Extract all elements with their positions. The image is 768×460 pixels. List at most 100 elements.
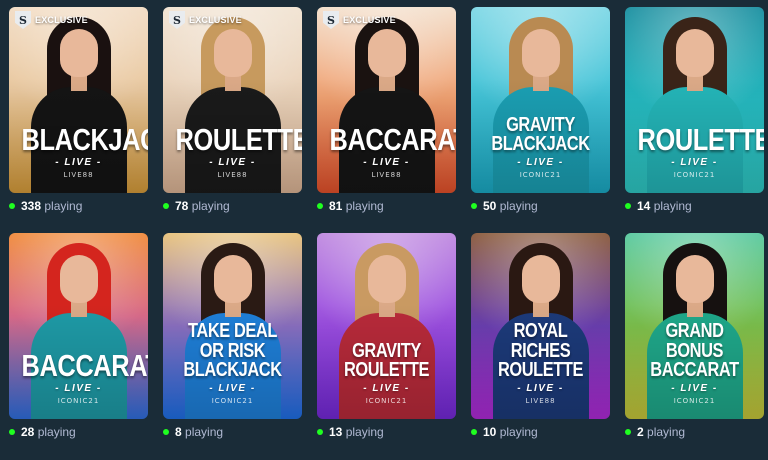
provider-label: ICONIC21 <box>211 397 254 405</box>
player-count: 28 playing <box>21 425 76 439</box>
player-count: 81 playing <box>329 199 384 213</box>
player-count-row: 8 playing <box>163 419 302 445</box>
online-dot-icon <box>163 203 169 209</box>
online-dot-icon <box>471 429 477 435</box>
game-title-second-line: BACCARAT <box>650 359 739 382</box>
game-tile[interactable]: BACCARAT - LIVE - ICONIC21 28 playing <box>9 233 148 445</box>
player-count-number: 50 <box>483 199 497 213</box>
exclusive-label: EXCLUSIVE <box>189 15 242 25</box>
game-card[interactable]: BACCARAT - LIVE - ICONIC21 <box>9 233 148 419</box>
game-tile[interactable]: S EXCLUSIVE BACCARAT - LIVE - LIVE88 81 … <box>317 7 456 219</box>
game-title-second-line: BLACKJACK <box>183 359 282 382</box>
player-count-row: 14 playing <box>625 193 764 219</box>
game-title-second-line: BLACKJACK <box>491 133 590 156</box>
live-label: - LIVE - <box>517 157 564 168</box>
shield-icon: S <box>15 11 31 29</box>
game-title: GRAND BONUS <box>665 320 724 362</box>
live-label: - LIVE - <box>363 157 410 168</box>
player-count: 14 playing <box>637 199 692 213</box>
game-tile[interactable]: S EXCLUSIVE BLACKJACK - LIVE - LIVE88 33… <box>9 7 148 219</box>
game-title-block: BACCARAT - LIVE - ICONIC21 <box>9 349 148 405</box>
live-label: - LIVE - <box>209 157 256 168</box>
player-count-label: playing <box>647 425 686 439</box>
online-dot-icon <box>625 203 631 209</box>
player-count-row: 28 playing <box>9 419 148 445</box>
online-dot-icon <box>9 203 15 209</box>
game-grid: S EXCLUSIVE BLACKJACK - LIVE - LIVE88 33… <box>9 7 764 445</box>
player-count-row: 13 playing <box>317 419 456 445</box>
game-card[interactable]: ROYAL RICHES ROULETTE - LIVE - LIVE88 <box>471 233 610 419</box>
online-dot-icon <box>625 429 631 435</box>
player-count-row: 338 playing <box>9 193 148 219</box>
live-label: - LIVE - <box>517 383 564 394</box>
player-count-number: 8 <box>175 425 182 439</box>
live-label: - LIVE - <box>363 383 410 394</box>
provider-label: LIVE88 <box>63 171 94 179</box>
player-count-label: playing <box>185 425 224 439</box>
game-card[interactable]: S EXCLUSIVE BACCARAT - LIVE - LIVE88 <box>317 7 456 193</box>
player-count: 78 playing <box>175 199 230 213</box>
game-tile[interactable]: TAKE DEAL OR RISK BLACKJACK - LIVE - ICO… <box>163 233 302 445</box>
game-title-block: GRAVITY BLACKJACK - LIVE - ICONIC21 <box>471 115 610 179</box>
game-card[interactable]: S EXCLUSIVE BLACKJACK - LIVE - LIVE88 <box>9 7 148 193</box>
player-count-row: 78 playing <box>163 193 302 219</box>
player-count: 50 playing <box>483 199 538 213</box>
game-tile[interactable]: ROULETTE - LIVE - ICONIC21 14 playing <box>625 7 764 219</box>
player-count: 8 playing <box>175 425 223 439</box>
provider-label: ICONIC21 <box>673 171 716 179</box>
player-count-label: playing <box>191 199 230 213</box>
game-tile[interactable]: S EXCLUSIVE ROULETTE - LIVE - LIVE88 78 … <box>163 7 302 219</box>
game-tile[interactable]: GRAVITY BLACKJACK - LIVE - ICONIC21 50 p… <box>471 7 610 219</box>
online-dot-icon <box>317 429 323 435</box>
dealer-face <box>367 255 406 303</box>
live-label: - LIVE - <box>55 157 102 168</box>
player-count-row: 50 playing <box>471 193 610 219</box>
player-count-number: 338 <box>21 199 42 213</box>
live-label: - LIVE - <box>671 383 718 394</box>
player-count-label: playing <box>345 199 384 213</box>
dealer-face <box>675 29 714 77</box>
player-count: 10 playing <box>483 425 538 439</box>
player-count-number: 28 <box>21 425 35 439</box>
game-title-block: BLACKJACK - LIVE - LIVE88 <box>9 123 148 179</box>
game-tile[interactable]: GRAVITY ROULETTE - LIVE - ICONIC21 13 pl… <box>317 233 456 445</box>
game-tile[interactable]: ROYAL RICHES ROULETTE - LIVE - LIVE88 10… <box>471 233 610 445</box>
player-count: 2 playing <box>637 425 685 439</box>
player-count-row: 10 playing <box>471 419 610 445</box>
player-count-number: 78 <box>175 199 189 213</box>
provider-label: ICONIC21 <box>365 397 408 405</box>
provider-label: ICONIC21 <box>519 171 562 179</box>
player-count-number: 13 <box>329 425 343 439</box>
game-card[interactable]: GRAND BONUS BACCARAT - LIVE - ICONIC21 <box>625 233 764 419</box>
player-count-number: 2 <box>637 425 644 439</box>
game-title-block: BACCARAT - LIVE - LIVE88 <box>317 123 456 179</box>
game-card[interactable]: GRAVITY BLACKJACK - LIVE - ICONIC21 <box>471 7 610 193</box>
player-count-label: playing <box>44 199 83 213</box>
game-title-block: ROYAL RICHES ROULETTE - LIVE - LIVE88 <box>471 321 610 405</box>
shield-icon: S <box>169 11 185 29</box>
game-card[interactable]: ROULETTE - LIVE - ICONIC21 <box>625 7 764 193</box>
dealer-face <box>367 29 406 77</box>
game-card[interactable]: TAKE DEAL OR RISK BLACKJACK - LIVE - ICO… <box>163 233 302 419</box>
exclusive-badge: S EXCLUSIVE <box>15 11 88 29</box>
dealer-face <box>213 255 252 303</box>
live-label: - LIVE - <box>209 383 256 394</box>
player-count-label: playing <box>653 199 692 213</box>
player-count-label: playing <box>499 199 538 213</box>
player-count-number: 14 <box>637 199 651 213</box>
game-tile[interactable]: GRAND BONUS BACCARAT - LIVE - ICONIC21 2… <box>625 233 764 445</box>
online-dot-icon <box>471 203 477 209</box>
game-card[interactable]: GRAVITY ROULETTE - LIVE - ICONIC21 <box>317 233 456 419</box>
dealer-face <box>213 29 252 77</box>
provider-label: ICONIC21 <box>673 397 716 405</box>
dealer-face <box>675 255 714 303</box>
game-card[interactable]: S EXCLUSIVE ROULETTE - LIVE - LIVE88 <box>163 7 302 193</box>
online-dot-icon <box>317 203 323 209</box>
player-count-number: 10 <box>483 425 497 439</box>
live-label: - LIVE - <box>671 157 718 168</box>
provider-label: LIVE88 <box>371 171 402 179</box>
dealer-face <box>521 255 560 303</box>
player-count: 338 playing <box>21 199 82 213</box>
game-title-second-line: ROULETTE <box>497 359 584 382</box>
player-count-label: playing <box>499 425 538 439</box>
